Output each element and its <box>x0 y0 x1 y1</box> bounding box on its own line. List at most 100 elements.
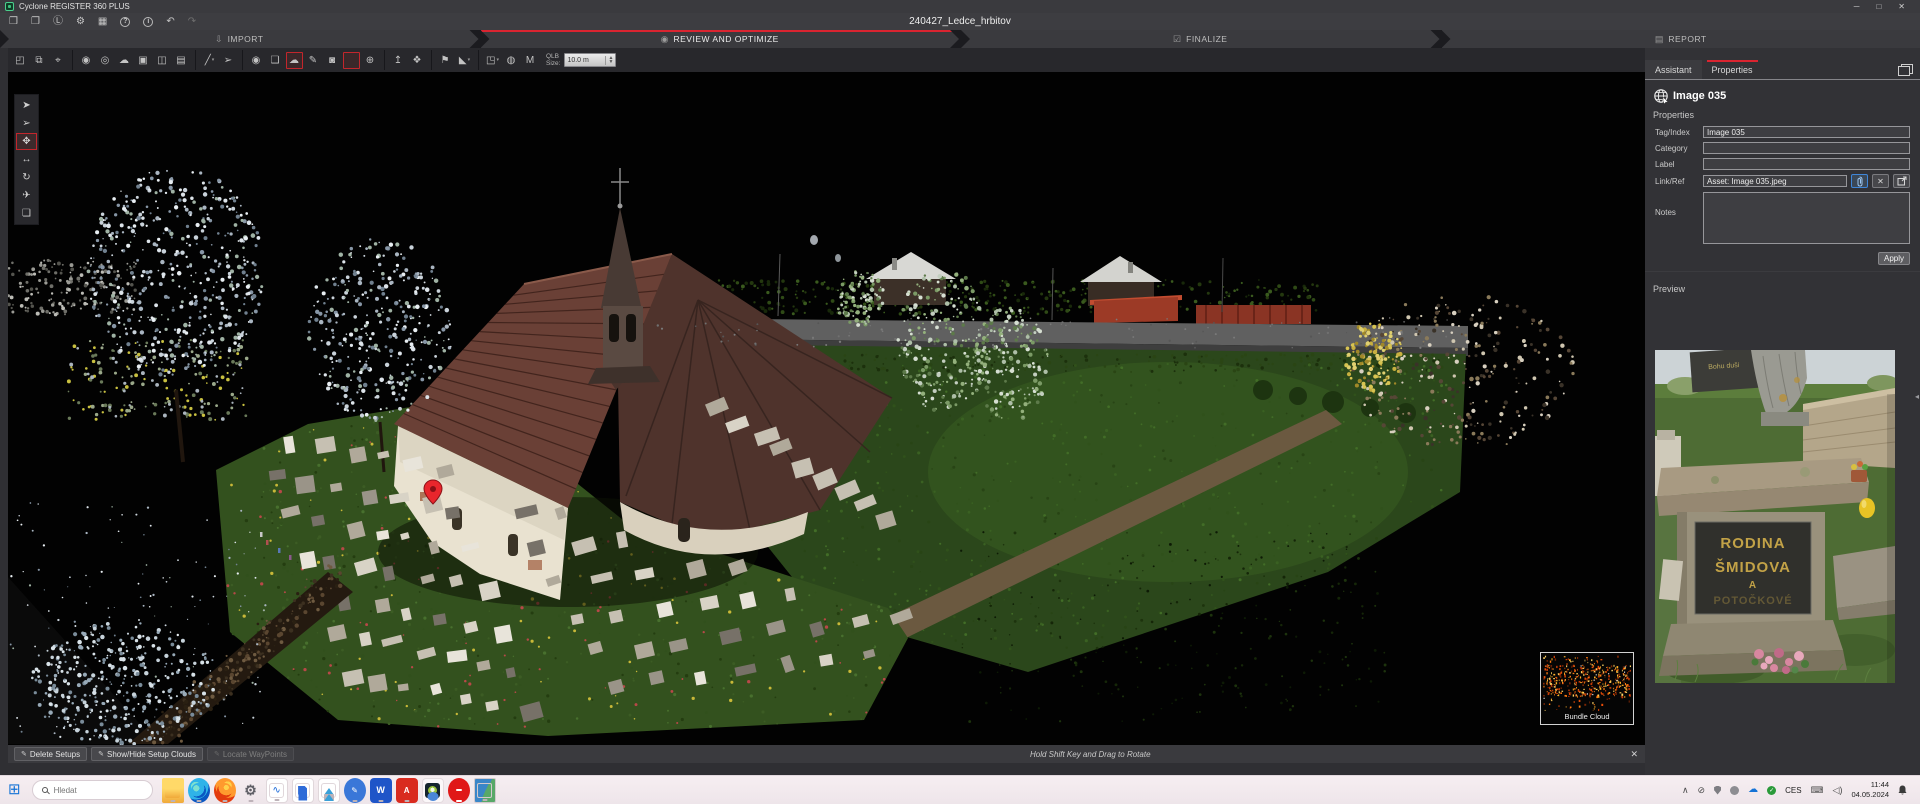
setups-view-button[interactable]: ◉ <box>78 52 95 69</box>
cube-view-tool[interactable]: ❏ <box>16 205 37 222</box>
waypoint-pin-button[interactable] <box>343 51 360 69</box>
gravestone <box>397 683 409 692</box>
measure-button[interactable]: ╱ ▾ <box>201 52 218 69</box>
setup-flag-button[interactable]: ⚑ <box>437 52 454 69</box>
open-project-icon[interactable]: ❒ <box>9 16 18 27</box>
maximize-button[interactable]: □ <box>1876 2 1881 11</box>
pen-app-icon[interactable]: ✎ <box>343 777 366 803</box>
qlb-label: QLB <box>546 52 560 60</box>
photos-app-icon[interactable] <box>317 777 340 803</box>
zoom-pick-button[interactable]: ⌖ <box>50 52 67 69</box>
notification-bell-icon[interactable] <box>1898 785 1907 795</box>
model-space-button[interactable]: M <box>522 52 539 69</box>
firefox-icon[interactable] <box>213 777 236 803</box>
speaker-icon[interactable]: ◁) <box>1833 785 1843 795</box>
viewport[interactable]: ➤ ➢ ✥ ↔ ↻ ✈ ❏ Bundle Cloud <box>8 72 1645 745</box>
redo-icon[interactable]: ↷ <box>188 16 196 27</box>
acrobat-icon[interactable]: A <box>395 777 418 803</box>
gravestone <box>348 446 367 464</box>
tab-properties[interactable]: Properties <box>1702 60 1763 79</box>
show-hide-setup-clouds-button[interactable]: ✎ Show/Hide Setup Clouds <box>91 747 203 761</box>
onedrive-icon[interactable]: ☁ <box>1748 785 1758 795</box>
workflow-step-finalize[interactable]: ☑ FINALIZE <box>961 30 1440 48</box>
help-icon[interactable]: ? <box>120 16 131 27</box>
start-button[interactable]: ⊞ <box>8 782 21 797</box>
workflow-step-review[interactable]: ◉ REVIEW AND OPTIMIZE <box>481 30 960 48</box>
camera-button[interactable]: ◙ <box>324 52 341 69</box>
pan-tool[interactable]: ✥ <box>16 133 37 150</box>
close-bottom-bar-icon[interactable]: ✕ <box>1630 749 1638 760</box>
edge-icon[interactable] <box>187 777 210 803</box>
license-icon[interactable]: Ⓛ <box>53 16 63 27</box>
axes-button[interactable]: ↥ <box>390 52 407 69</box>
measure-distance-tool[interactable]: ↔ <box>16 151 37 168</box>
tray-chevron-icon[interactable]: ∧ <box>1682 785 1689 795</box>
desktop-preview-icon[interactable] <box>473 777 496 803</box>
attach-icon[interactable] <box>1851 174 1868 188</box>
bundle-sphere-button[interactable]: ◍ <box>503 52 520 69</box>
split-view-button[interactable]: ❖ <box>409 52 426 69</box>
image-view-button[interactable]: ▤ <box>173 52 190 69</box>
clear-link-icon[interactable]: ✕ <box>1872 174 1889 188</box>
leica-icon[interactable] <box>447 777 470 803</box>
delete-setups-button[interactable]: ✎ Delete Setups <box>14 747 88 761</box>
preview-photo[interactable]: Bohu duši RODINA ŠMIDOVA A POTOČKOVÉ <box>1655 347 1899 684</box>
fit-view-button[interactable]: ◰ <box>12 52 29 69</box>
workflow-step-import[interactable]: ⇩ IMPORT <box>0 30 479 48</box>
search-input[interactable] <box>53 785 138 795</box>
view-cube-button[interactable]: ◳ ▾ <box>484 52 501 69</box>
cyclone-register-icon[interactable] <box>421 777 444 803</box>
save-app-icon[interactable] <box>291 777 314 803</box>
clock[interactable]: 11:44 04.05.2024 <box>1851 780 1889 800</box>
tag-index-field[interactable] <box>1703 126 1910 138</box>
bundle-cloud-panel[interactable]: Bundle Cloud <box>1540 652 1634 725</box>
sketch-app-icon[interactable]: ∿ <box>265 777 288 803</box>
touch-keyboard-icon[interactable]: ⌨ <box>1811 785 1824 795</box>
taskbar-search[interactable] <box>31 780 153 800</box>
undo-icon[interactable]: ↶ <box>166 16 174 27</box>
window-select-button[interactable]: ⧉ <box>31 52 48 69</box>
settings-app-icon[interactable]: ⚙ <box>240 778 262 803</box>
limit-box-button[interactable]: ◉ <box>248 52 265 69</box>
workflow-step-report[interactable]: ▤ REPORT <box>1441 30 1920 48</box>
settings-gear-icon[interactable]: ⚙ <box>76 16 85 27</box>
category-field[interactable] <box>1703 142 1910 154</box>
tray-blocked-icon[interactable]: ⊘ <box>1698 785 1706 795</box>
save-project-icon[interactable]: ❐ <box>31 16 40 27</box>
qlb-spinner[interactable]: ▲ ▼ <box>605 55 615 65</box>
fly-tool[interactable]: ✈ <box>16 187 37 204</box>
file-explorer-icon[interactable] <box>161 777 184 803</box>
tray-shield-icon[interactable] <box>1714 785 1722 795</box>
security-check-icon[interactable]: ✓ <box>1767 785 1777 795</box>
minimize-button[interactable]: ─ <box>1854 2 1860 11</box>
select-tool[interactable]: ➤ <box>16 97 37 114</box>
plane-view-button[interactable]: ▣ <box>135 52 152 69</box>
point-cloud-view-button[interactable]: ☁ <box>116 52 133 69</box>
panorama-view-button[interactable]: ◫ <box>154 52 171 69</box>
delete-icon[interactable]: ▦ <box>98 16 107 27</box>
tray-app-icon[interactable] <box>1730 785 1740 795</box>
sphere-view-button[interactable]: ◎ <box>97 52 114 69</box>
tab-assistant[interactable]: Assistant <box>1645 60 1702 79</box>
info-icon[interactable]: i <box>143 16 154 27</box>
word-icon[interactable]: W <box>369 777 392 803</box>
cone-button[interactable]: ◣ ▾ <box>456 52 473 69</box>
label-field[interactable] <box>1703 158 1910 170</box>
close-button[interactable]: ✕ <box>1898 2 1905 11</box>
qlb-size-input[interactable] <box>565 54 606 66</box>
tag-button[interactable]: ❑ <box>267 52 284 69</box>
link-ref-field[interactable] <box>1703 175 1847 187</box>
pick-point-button[interactable]: ➢ <box>220 52 237 69</box>
open-link-icon[interactable] <box>1893 174 1910 188</box>
panel-layout-icon[interactable] <box>1897 63 1914 82</box>
orbit-tool[interactable]: ↻ <box>16 169 37 186</box>
multi-select-tool[interactable]: ➢ <box>16 115 37 132</box>
annotate-button[interactable]: ✎ <box>305 52 322 69</box>
locate-waypoints-button[interactable]: ✎ Locate WayPoints <box>206 747 295 761</box>
notes-field[interactable] <box>1703 192 1910 244</box>
geotag-cloud-button[interactable]: ☁ <box>286 51 303 69</box>
language-indicator[interactable]: CES <box>1785 786 1801 795</box>
apply-button[interactable]: Apply <box>1877 252 1910 265</box>
add-person-button[interactable]: ⊕ <box>362 52 379 69</box>
panel-collapse-icon[interactable]: ◂ <box>1915 392 1919 401</box>
